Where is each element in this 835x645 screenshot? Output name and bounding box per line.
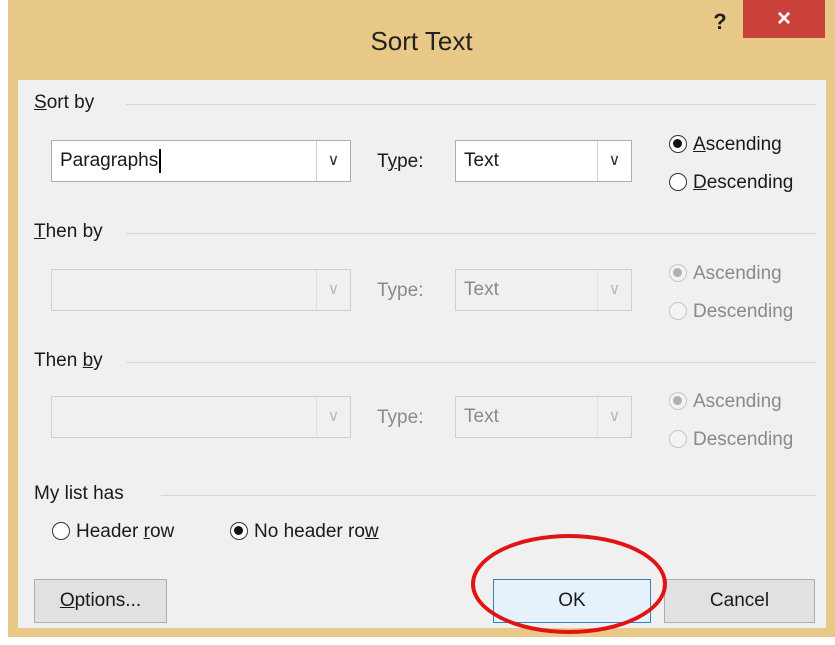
title-bar[interactable]: Sort Text ? × xyxy=(8,0,835,80)
no-header-row-radio[interactable]: No header row xyxy=(230,521,379,543)
radio-button-icon[interactable] xyxy=(669,430,687,448)
list-has-divider xyxy=(161,495,816,496)
then-by-1-divider xyxy=(126,233,816,234)
chevron-down-icon[interactable]: ∨ xyxy=(316,397,350,437)
ok-button[interactable]: OK xyxy=(493,579,651,623)
sort-by-type-value[interactable]: Text xyxy=(464,141,499,181)
then-by-2-ascending-radio[interactable]: Ascending xyxy=(669,391,782,413)
then-by-2-descending-radio[interactable]: Descending xyxy=(669,429,793,451)
sort-by-divider xyxy=(126,104,816,105)
then-by-2-type-value: Text xyxy=(464,406,499,427)
sort-by-group-label: Sort by xyxy=(34,92,95,113)
cancel-button[interactable]: Cancel xyxy=(664,579,815,623)
then-by-1-type-value: Text xyxy=(464,279,499,300)
radio-button-icon[interactable] xyxy=(52,522,70,540)
sort-by-type-combo[interactable]: Text ∨ xyxy=(455,140,632,182)
then-by-1-type-combo[interactable]: Text ∨ xyxy=(455,269,632,311)
help-button[interactable]: ? xyxy=(706,8,734,36)
then-by-1-descending-radio[interactable]: Descending xyxy=(669,301,793,323)
radio-button-icon[interactable] xyxy=(669,173,687,191)
then-by-2-type-label: Type: xyxy=(377,407,424,428)
sort-by-ascending-radio[interactable]: Ascending xyxy=(669,134,782,156)
then-by-1-type-label: Type: xyxy=(377,280,424,301)
then-by-2-field-combo[interactable]: ∨ xyxy=(51,396,351,438)
dialog-body: Sort by Paragraphs ∨ Type: Text ∨ Ascend… xyxy=(18,80,826,628)
chevron-down-icon[interactable]: ∨ xyxy=(597,270,631,310)
options-button[interactable]: Options... xyxy=(34,579,167,623)
radio-button-icon[interactable] xyxy=(669,392,687,410)
sort-by-field-combo[interactable]: Paragraphs ∨ xyxy=(51,140,351,182)
text-cursor xyxy=(159,148,162,173)
sort-text-dialog: Sort Text ? × Sort by Paragraphs ∨ Type:… xyxy=(8,0,835,637)
sort-by-field-value[interactable]: Paragraphs xyxy=(60,141,162,181)
then-by-1-group-label: Then by xyxy=(34,221,103,242)
chevron-down-icon[interactable]: ∨ xyxy=(316,141,350,181)
then-by-2-type-combo[interactable]: Text ∨ xyxy=(455,396,632,438)
then-by-1-ascending-radio[interactable]: Ascending xyxy=(669,263,782,285)
then-by-2-divider xyxy=(126,362,816,363)
sort-by-type-label: Type: xyxy=(377,151,424,172)
then-by-2-group-label: Then by xyxy=(34,350,103,371)
radio-button-icon[interactable] xyxy=(669,135,687,153)
header-row-radio[interactable]: Header row xyxy=(52,521,174,543)
close-button[interactable]: × xyxy=(743,0,825,38)
radio-button-icon[interactable] xyxy=(669,264,687,282)
chevron-down-icon[interactable]: ∨ xyxy=(316,270,350,310)
sort-by-descending-radio[interactable]: Descending xyxy=(669,172,793,194)
radio-button-icon[interactable] xyxy=(669,302,687,320)
chevron-down-icon[interactable]: ∨ xyxy=(597,397,631,437)
radio-button-icon[interactable] xyxy=(230,522,248,540)
chevron-down-icon[interactable]: ∨ xyxy=(597,141,631,181)
then-by-1-field-combo[interactable]: ∨ xyxy=(51,269,351,311)
list-has-group-label: My list has xyxy=(34,483,124,504)
